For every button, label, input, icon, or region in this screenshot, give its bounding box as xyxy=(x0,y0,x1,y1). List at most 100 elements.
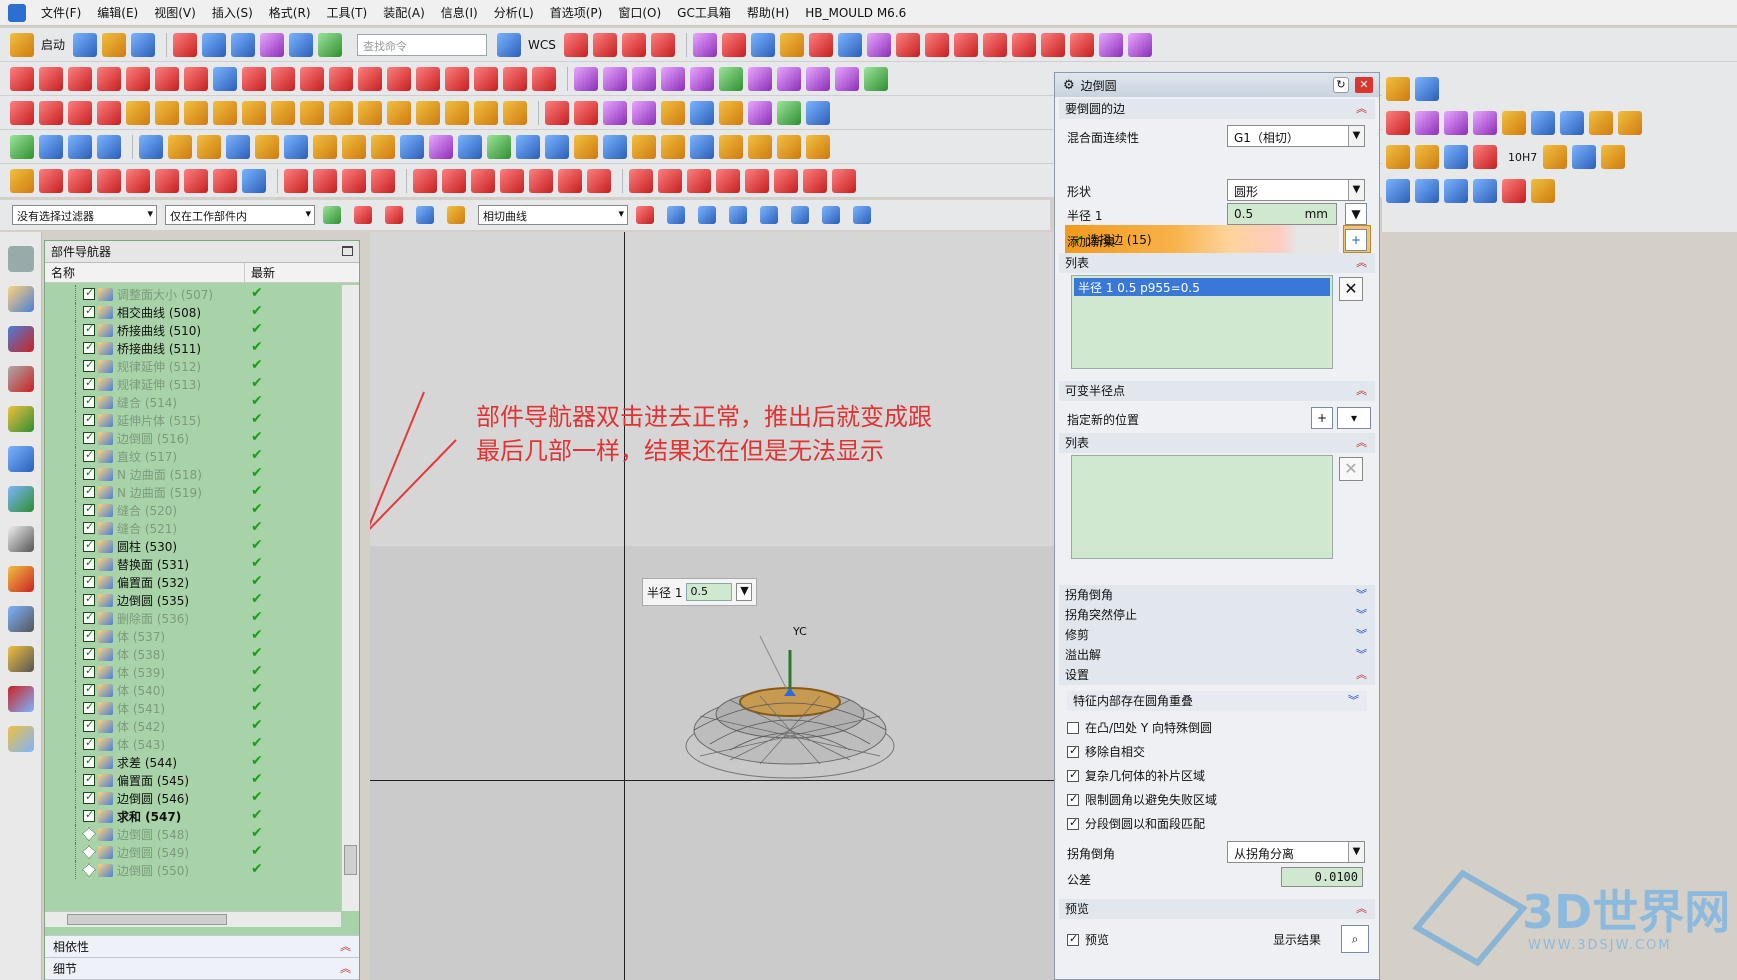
view-front-icon[interactable] xyxy=(658,168,682,193)
menu-window[interactable]: 窗口(O) xyxy=(611,2,668,23)
extra-tool-6-icon[interactable] xyxy=(1473,111,1497,135)
offset-curve-icon[interactable] xyxy=(895,32,920,57)
studio-spline-icon[interactable] xyxy=(126,66,150,91)
feature-visibility-checkbox[interactable] xyxy=(83,358,95,372)
mould-wizard-tab-icon[interactable] xyxy=(7,726,34,752)
feature-visibility-checkbox[interactable] xyxy=(83,304,95,318)
divide-curve-icon[interactable] xyxy=(1040,32,1065,57)
start-button-label[interactable]: 启动 xyxy=(41,36,65,53)
gear-green-icon[interactable] xyxy=(487,134,511,159)
section-settings-header[interactable]: 设置 ︽ xyxy=(1059,665,1375,685)
follow-fillet-icon[interactable] xyxy=(667,206,685,224)
collapse-icon[interactable]: ︽ xyxy=(1356,381,1367,401)
selection-icon[interactable] xyxy=(97,134,121,159)
remove-point-icon[interactable]: ✕ xyxy=(1339,457,1363,481)
feature-visibility-checkbox[interactable] xyxy=(83,520,95,534)
constraint-icon[interactable] xyxy=(126,168,150,193)
section-preview-header[interactable]: 预览 ︽ xyxy=(1059,899,1375,919)
feature-tree-row[interactable]: 边倒圆 (549) ✔ xyxy=(45,843,341,861)
menu-insert[interactable]: 插入(S) xyxy=(205,2,260,23)
redo-icon[interactable] xyxy=(231,32,256,57)
feature-visibility-checkbox[interactable] xyxy=(83,592,95,606)
snap-center-icon[interactable] xyxy=(791,206,809,224)
undo-icon[interactable] xyxy=(202,32,227,57)
feature-tree-row[interactable]: 替换面 (531) ✔ xyxy=(45,555,341,573)
snap-control-icon[interactable] xyxy=(760,206,778,224)
feature-tree-row[interactable]: 体 (538) ✔ xyxy=(45,645,341,663)
feature-tree-row[interactable]: 求和 (547) ✔ xyxy=(45,807,341,825)
circle5-icon[interactable] xyxy=(500,168,524,193)
extra-tool-2-icon[interactable] xyxy=(1415,77,1439,101)
stop-at-intersection-icon[interactable] xyxy=(636,206,654,224)
feature-tree-row[interactable]: 删除面 (536) ✔ xyxy=(45,609,341,627)
grid-icon[interactable] xyxy=(242,168,266,193)
point-set-icon[interactable] xyxy=(155,66,179,91)
menu-view[interactable]: 视图(V) xyxy=(147,2,203,23)
ruler-icon[interactable] xyxy=(837,32,862,57)
radius-list[interactable]: 半径 1 0.5 p955=0.5 xyxy=(1071,275,1333,369)
scope-dropdown[interactable]: 仅在工作部件内 xyxy=(165,205,315,225)
curvature-icon[interactable] xyxy=(777,100,801,125)
feature-tree-row[interactable]: 延伸片体 (515) ✔ xyxy=(45,411,341,429)
material-icon[interactable] xyxy=(1127,32,1152,57)
target3-icon[interactable] xyxy=(587,168,611,193)
shape-dropdown[interactable]: 圆形 ▼ xyxy=(1227,179,1365,201)
feature-visibility-checkbox[interactable] xyxy=(83,610,95,624)
view-back-icon[interactable] xyxy=(745,168,769,193)
display-icon[interactable] xyxy=(721,32,746,57)
swept-icon[interactable] xyxy=(690,66,714,91)
type-filter-dropdown[interactable]: 没有选择过滤器 xyxy=(12,205,157,225)
cylinder-icon[interactable] xyxy=(97,100,121,125)
checkbox[interactable] xyxy=(1067,744,1079,758)
curve-rule-dropdown[interactable]: 相切曲线 xyxy=(478,205,628,225)
feature-tree-row[interactable]: 桥接曲线 (510) ✔ xyxy=(45,321,341,339)
box-select-icon[interactable] xyxy=(416,206,434,224)
extra-tool-11-icon[interactable] xyxy=(1618,111,1642,135)
target2-icon[interactable] xyxy=(558,168,582,193)
expand-icon[interactable]: ︽ xyxy=(340,958,351,980)
menu-assembly[interactable]: 装配(A) xyxy=(376,2,432,23)
dialog-settings-icon[interactable]: ⚙ xyxy=(1063,78,1075,93)
dropdown-arrow-icon[interactable]: ▼ xyxy=(1348,126,1364,146)
extend-curve-icon[interactable] xyxy=(953,32,978,57)
ruled-icon[interactable] xyxy=(603,66,627,91)
face-icon[interactable] xyxy=(458,134,482,159)
circle2-icon[interactable] xyxy=(413,168,437,193)
mirror-icon[interactable] xyxy=(416,66,440,91)
feature-visibility-checkbox[interactable] xyxy=(82,845,96,859)
pen-icon[interactable] xyxy=(574,134,598,159)
curve-icon[interactable] xyxy=(184,66,208,91)
corner-option-dropdown[interactable]: 从拐角分离 ▼ xyxy=(1227,841,1365,863)
feature-tree-row[interactable]: 缝合 (520) ✔ xyxy=(45,501,341,519)
collapse-icon[interactable]: ︽ xyxy=(1356,433,1367,453)
n-sided-icon[interactable] xyxy=(748,66,772,91)
line-icon[interactable] xyxy=(10,66,34,91)
curve-length-icon[interactable] xyxy=(313,168,337,193)
menu-format[interactable]: 格式(R) xyxy=(262,2,318,23)
circle4-icon[interactable] xyxy=(471,168,495,193)
expand-icon[interactable]: ︾ xyxy=(1356,585,1367,605)
extra-tool-1-icon[interactable] xyxy=(1386,77,1410,101)
extra-tool-9-icon[interactable] xyxy=(1560,111,1584,135)
role-tab-icon[interactable] xyxy=(7,606,34,632)
section-edges-header[interactable]: 要倒圆的边 ︽ xyxy=(1059,99,1375,119)
rectangle-icon[interactable] xyxy=(39,66,63,91)
cubes-icon[interactable] xyxy=(545,134,569,159)
spreadsheet-icon[interactable] xyxy=(68,134,92,159)
sketch-line2-icon[interactable] xyxy=(68,168,92,193)
feature-visibility-checkbox[interactable] xyxy=(83,340,95,354)
collapse-icon[interactable]: ︽ xyxy=(1356,899,1367,919)
feature-tree-row[interactable]: 偏置面 (532) ✔ xyxy=(45,573,341,591)
boss-icon[interactable] xyxy=(213,100,237,125)
wcs-orient-icon[interactable] xyxy=(650,32,675,57)
extrude-icon[interactable] xyxy=(10,100,34,125)
snap-quadrant-icon[interactable] xyxy=(822,206,840,224)
draft-analysis-icon[interactable] xyxy=(806,100,830,125)
feature-visibility-checkbox[interactable] xyxy=(83,646,95,660)
view-top-icon[interactable] xyxy=(629,168,653,193)
tolerance-fit-button[interactable]: 10H7 xyxy=(1508,151,1537,164)
collapse-icon[interactable]: ︽ xyxy=(1356,665,1367,685)
add-new-set-icon[interactable]: + xyxy=(1345,229,1367,251)
feature-visibility-checkbox[interactable] xyxy=(83,664,95,678)
checkbox[interactable] xyxy=(1067,932,1079,946)
